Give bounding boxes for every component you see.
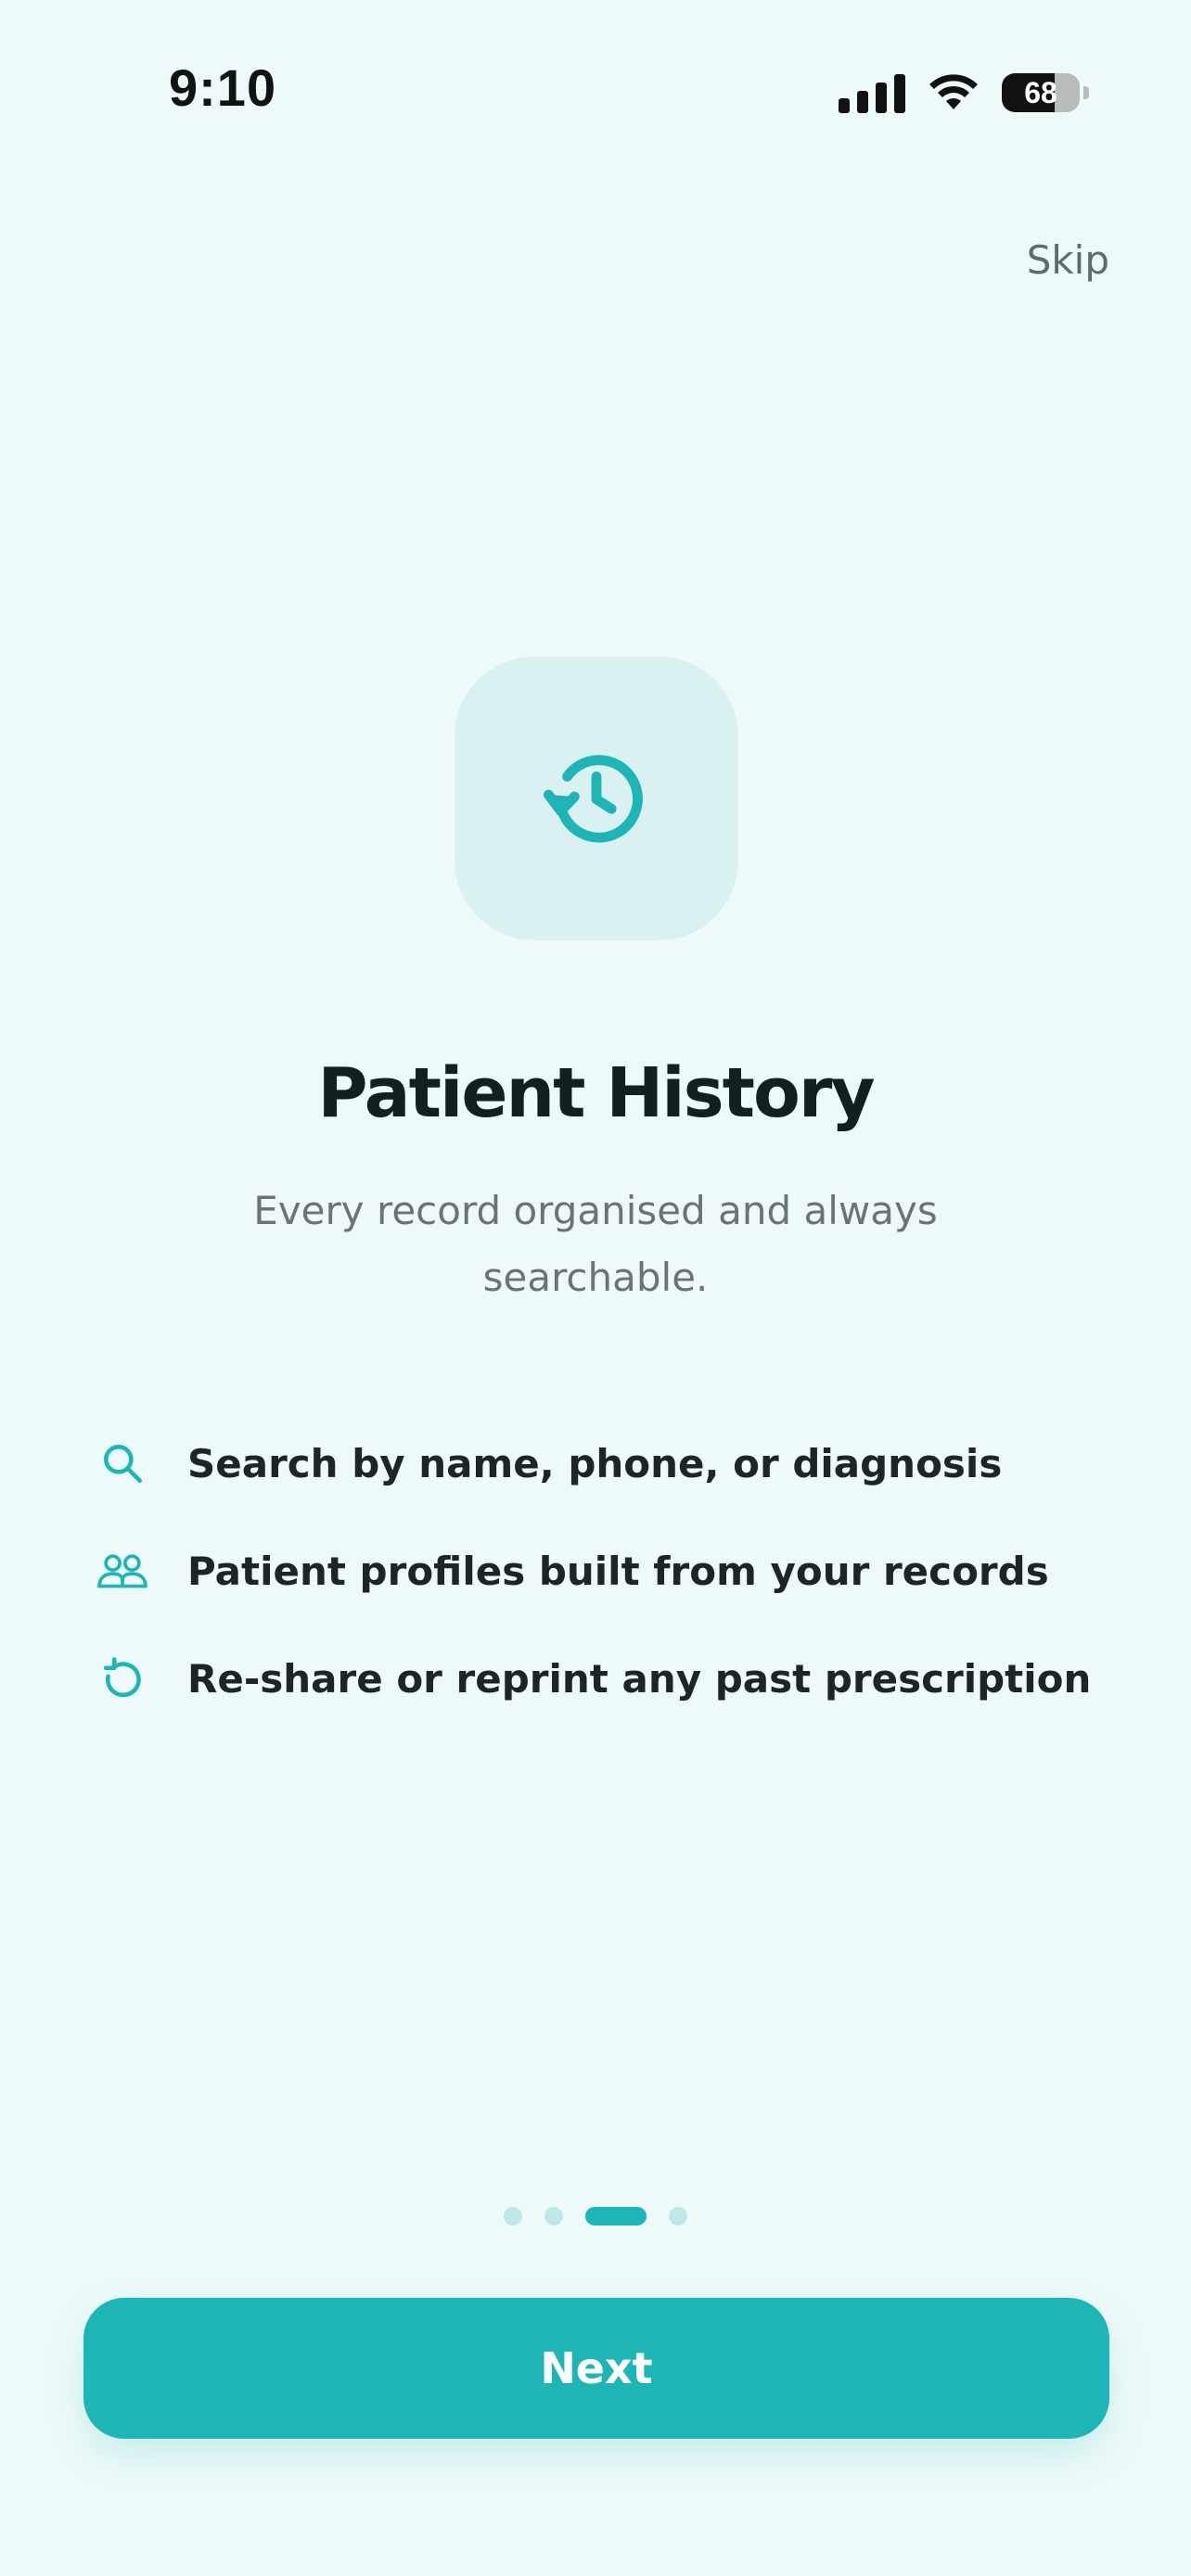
rotate-ccw-icon [93, 1649, 152, 1708]
battery-icon: 68 [1002, 73, 1080, 112]
pagination-dot [544, 2207, 563, 2225]
hero-icon-tile [455, 657, 738, 940]
users-icon [93, 1541, 152, 1600]
skip-button[interactable]: Skip [1027, 237, 1109, 283]
pagination-dot [669, 2207, 687, 2225]
next-button[interactable]: Next [83, 2298, 1109, 2439]
pagination-dot-active [585, 2207, 647, 2225]
page-subtitle: Every record organised and always search… [253, 1188, 938, 1300]
battery-percent: 68 [1024, 75, 1057, 109]
onboarding-screen: 9:10 68 Skip Patient History Every recor… [0, 0, 1191, 2576]
feature-item: Re-share or reprint any past prescriptio… [93, 1625, 1113, 1732]
feature-list: Search by name, phone, or diagnosis Pati… [93, 1409, 1113, 1732]
status-time: 9:10 [169, 58, 277, 117]
history-clock-icon [543, 755, 643, 843]
feature-text: Search by name, phone, or diagnosis [187, 1440, 1003, 1486]
status-indicators: 68 [839, 65, 1089, 121]
wifi-icon [929, 74, 978, 109]
feature-item: Search by name, phone, or diagnosis [93, 1409, 1113, 1517]
cellular-signal-icon [839, 72, 905, 113]
feature-item: Patient profiles built from your records [93, 1517, 1113, 1625]
pagination-dot [504, 2207, 522, 2225]
pagination-dots [0, 2207, 1191, 2225]
page-title: Patient History [317, 1053, 875, 1133]
feature-text: Patient profiles built from your records [187, 1548, 1049, 1594]
search-icon [93, 1434, 152, 1493]
feature-text: Re-share or reprint any past prescriptio… [187, 1655, 1092, 1702]
battery-cap [1083, 86, 1089, 99]
